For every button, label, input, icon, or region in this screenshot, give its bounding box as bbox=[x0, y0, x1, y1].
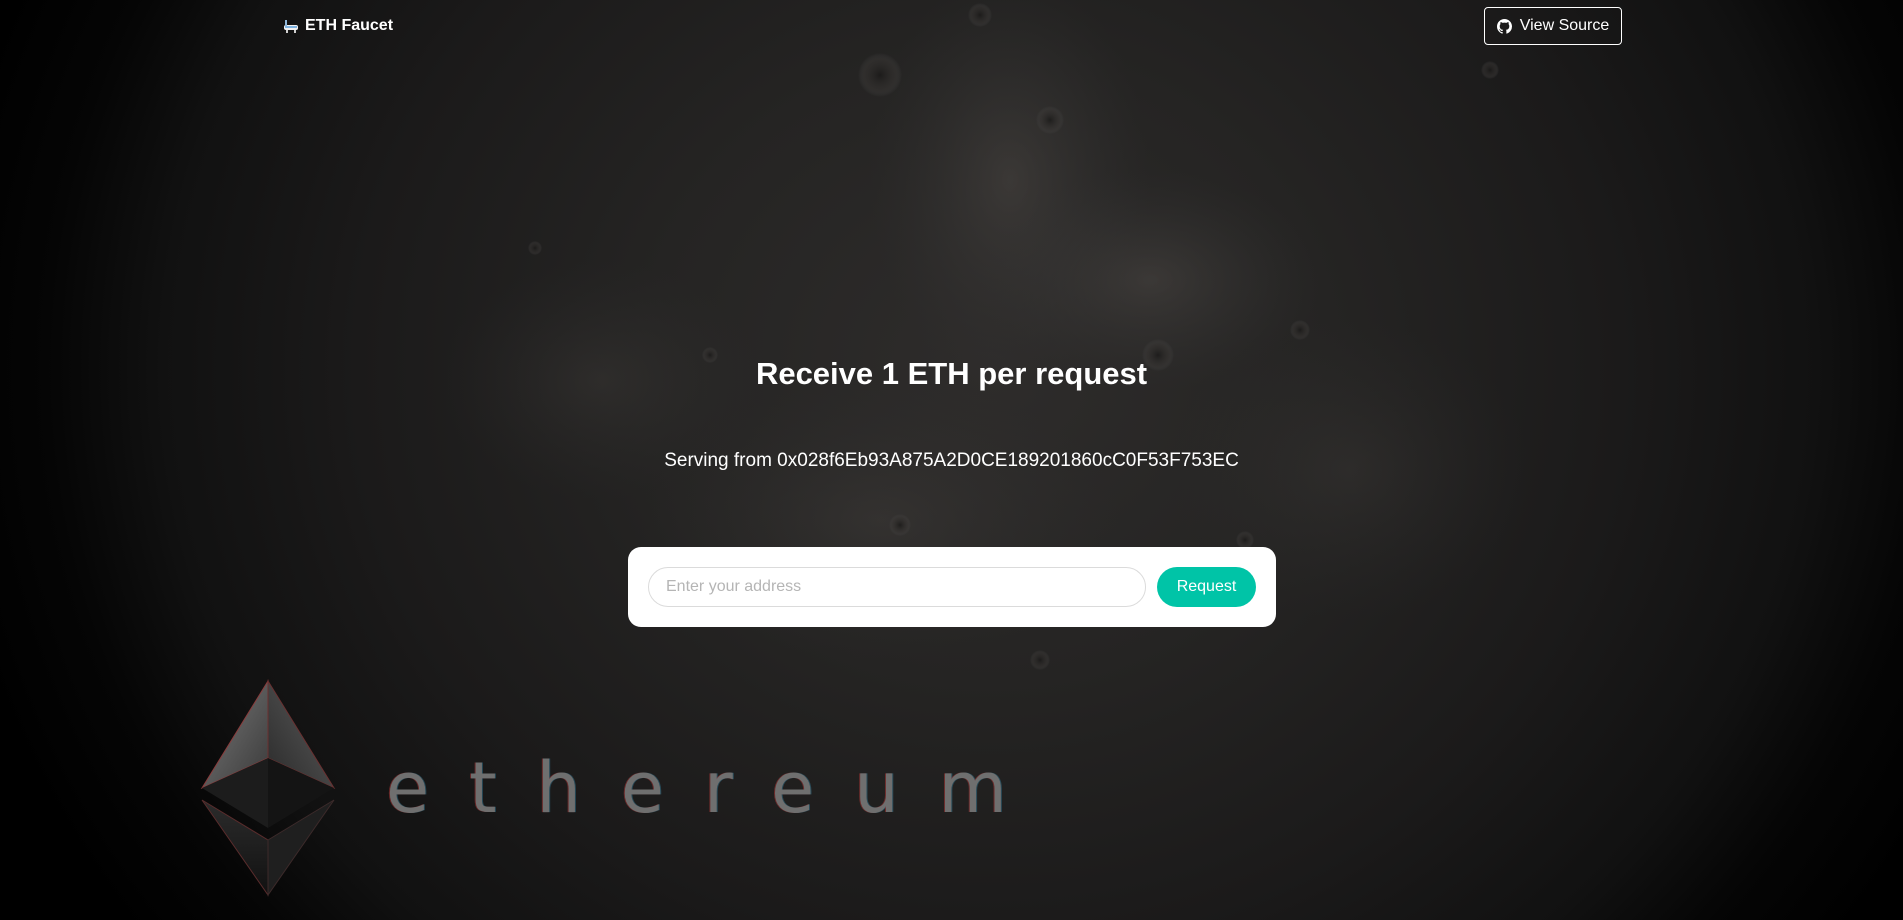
page-background: ETH Faucet View Source Receive 1 ETH per… bbox=[0, 0, 1903, 920]
github-icon bbox=[1496, 18, 1512, 34]
ethereum-wordmark: ethereum bbox=[386, 747, 1047, 829]
serving-address-text: Serving from 0x028f6Eb93A875A2D0CE189201… bbox=[664, 450, 1239, 471]
navbar: ETH Faucet View Source bbox=[0, 0, 1903, 56]
view-source-label: View Source bbox=[1519, 17, 1610, 34]
brand-label: ETH Faucet bbox=[305, 17, 394, 34]
bathtub-icon bbox=[283, 18, 299, 34]
view-source-button[interactable]: View Source bbox=[1484, 7, 1622, 45]
request-button[interactable]: Request bbox=[1157, 567, 1256, 607]
request-form: Request bbox=[628, 547, 1276, 627]
page-title: Receive 1 ETH per request bbox=[755, 356, 1148, 391]
brand-link[interactable]: ETH Faucet bbox=[283, 17, 393, 35]
address-input[interactable] bbox=[648, 567, 1146, 607]
